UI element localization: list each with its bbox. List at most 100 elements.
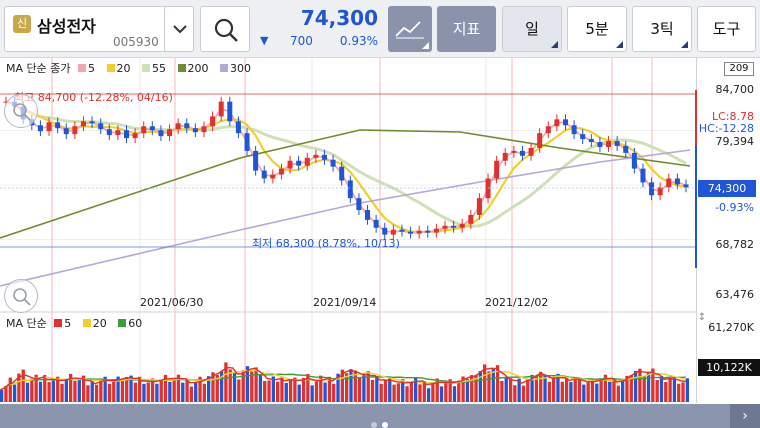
change-percent: 0.93%	[339, 34, 378, 48]
candle-body	[519, 150, 525, 156]
toolbar: 신 삼성전자 005930 74,300 ▼ 700 0.93% 지표 일 5분	[0, 0, 760, 58]
volume-bar	[194, 382, 198, 402]
volume-bar	[633, 370, 638, 402]
current-price-tag: 74,300	[698, 180, 756, 197]
volume-bar	[146, 382, 150, 402]
x-date-label: 2021/09/14	[313, 296, 377, 309]
volume-bar	[659, 375, 664, 402]
zoom-in-button[interactable]	[4, 94, 38, 128]
candle-body	[476, 198, 482, 215]
candle-body	[562, 119, 568, 126]
volume-bar	[646, 372, 651, 402]
volume-legend-prefix: MA 단순	[6, 317, 47, 330]
volume-bar	[332, 383, 336, 402]
candle-body	[149, 126, 155, 131]
axis-high-marker	[695, 90, 697, 146]
candle-body	[571, 125, 577, 135]
volume-bar	[383, 379, 388, 402]
volume-bar	[228, 369, 232, 402]
change-amount: 700	[290, 34, 313, 48]
volume-bar	[668, 378, 672, 402]
price-legend-prefix: MA 단순 종가	[6, 62, 71, 75]
candle-body	[253, 150, 259, 171]
candle-body	[451, 225, 457, 228]
candle-body	[261, 170, 267, 179]
volume-bar	[547, 381, 551, 402]
volume-bar	[543, 374, 547, 402]
period-5min-button[interactable]: 5분	[567, 6, 627, 52]
volume-bar	[664, 382, 668, 402]
period-day-button[interactable]: 일	[502, 6, 562, 52]
candle-body	[201, 126, 207, 133]
y-tick-label: 68,782	[715, 238, 755, 251]
candle-body	[502, 152, 508, 161]
panel-resize-icon[interactable]: ↕	[696, 312, 708, 326]
current-price: 74,300	[300, 6, 378, 30]
price-legend-item: 300	[220, 62, 255, 75]
candle-body	[511, 150, 517, 153]
current-volume-tag: 10,122K	[698, 359, 760, 376]
period-5min-label: 5분	[585, 20, 609, 38]
candle-body	[184, 123, 190, 129]
volume-bar	[621, 379, 625, 402]
volume-bar	[444, 382, 448, 402]
indicator-button[interactable]: 지표	[437, 6, 496, 52]
volume-bar	[508, 378, 513, 402]
candle-body	[98, 123, 104, 130]
down-arrow-icon: ▼	[260, 34, 269, 47]
volume-bar	[677, 383, 681, 402]
volume-bar	[655, 379, 659, 402]
y-tick-label: 79,394	[715, 135, 755, 148]
page-dot-active[interactable]	[382, 422, 388, 428]
volume-bar	[370, 379, 375, 402]
page-dot[interactable]	[371, 422, 377, 428]
stock-dropdown-button[interactable]	[164, 6, 194, 52]
volume-bar	[254, 367, 258, 402]
volume-legend-item: 5	[54, 317, 75, 330]
indicator-label: 지표	[452, 20, 481, 38]
bar-count-badge[interactable]: 209	[724, 62, 754, 76]
candle-body	[365, 210, 371, 220]
volume-bar	[38, 381, 43, 402]
volume-bar	[288, 378, 293, 402]
zoom-out-button[interactable]	[4, 279, 38, 313]
period-3tick-button[interactable]: 3틱	[632, 6, 692, 52]
volume-bar	[94, 384, 99, 402]
next-page-button[interactable]: ›	[730, 404, 760, 428]
price-axis[interactable]: 84,700 LC:8.78 HC:-12.28 79,394 -0.93% 6…	[696, 58, 760, 403]
candle-body	[347, 180, 353, 199]
candle-body	[106, 129, 112, 136]
stock-chart[interactable]	[0, 58, 696, 404]
candle-body	[657, 187, 663, 196]
candle-body	[631, 152, 637, 169]
volume-bar	[392, 384, 396, 402]
candle-body	[416, 230, 422, 234]
x-date-label: 2021/06/30	[140, 296, 204, 309]
volume-bar	[478, 371, 482, 402]
candle-body	[674, 178, 680, 185]
volume-bar	[142, 383, 146, 402]
candle-body	[89, 121, 95, 124]
candle-body	[649, 182, 655, 196]
candle-body	[468, 214, 474, 224]
volume-bar	[409, 382, 413, 402]
ma20-line	[5, 100, 687, 234]
moving-average-lines	[0, 100, 691, 287]
volume-bar	[431, 382, 435, 402]
volume-bar	[521, 385, 526, 402]
tools-button[interactable]: 도구	[697, 6, 756, 52]
volume-bar	[608, 381, 612, 402]
volume-bar	[301, 377, 306, 402]
candle-body	[72, 126, 78, 135]
credit-badge: 신	[13, 15, 31, 33]
chart-type-button[interactable]	[388, 6, 432, 52]
volume-bar	[90, 381, 94, 402]
candle-body	[278, 168, 284, 175]
candle-body	[433, 228, 439, 233]
search-button[interactable]	[200, 6, 250, 52]
volume-bar	[99, 380, 103, 402]
volume-bar	[133, 382, 137, 402]
volume-bar	[64, 379, 68, 402]
volume-bar	[513, 385, 517, 402]
volume-bar	[51, 380, 56, 402]
